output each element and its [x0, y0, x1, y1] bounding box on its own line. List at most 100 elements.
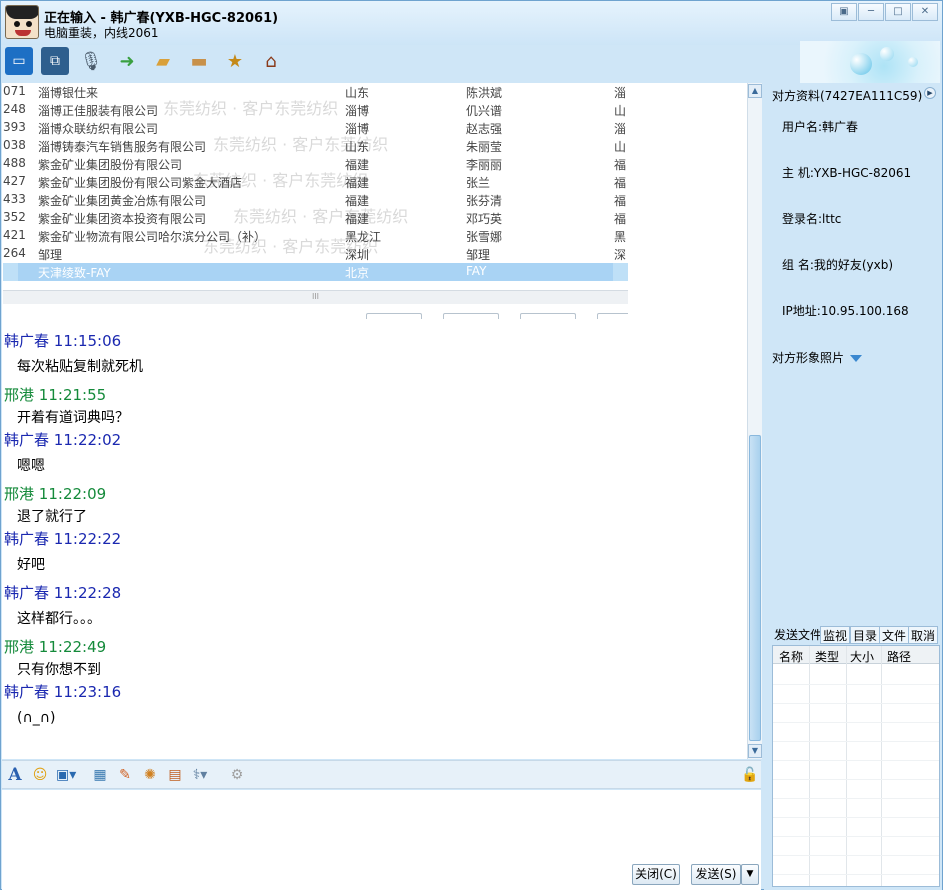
row-province: 北京	[345, 266, 370, 280]
close-window-button[interactable]: ✕	[912, 3, 938, 21]
send-button[interactable]: 发送(S)	[691, 864, 741, 885]
row-tail: 淄	[614, 122, 627, 136]
column-type[interactable]: 类型	[815, 648, 839, 665]
handwriting-icon[interactable]: ✎	[116, 766, 134, 784]
chat-history[interactable]: 东莞纺织 · 客户东莞纺织 东莞纺织 · 客户东莞纺织 东莞纺织 · 客户东莞纺…	[2, 83, 747, 759]
minimize-button[interactable]: ─	[858, 3, 884, 21]
maximize-button[interactable]: □	[885, 3, 911, 21]
photo-label: 对方形象照片	[772, 351, 845, 365]
tab-monitor[interactable]: 监视	[820, 626, 851, 644]
message-header: 韩广春 11:15:06	[4, 331, 744, 354]
file-panel-tabs: 发送文件 监视 目录 文件 取消	[772, 626, 940, 644]
profile-login: 登录名:lttc	[782, 212, 842, 226]
screenshot-table-row: 488 紫金矿业集团股份有限公司 福建 李丽丽 福	[3, 155, 628, 173]
message-header: 邢港 11:22:49	[4, 637, 744, 660]
file-list[interactable]: 名称 类型 大小 路径	[772, 645, 940, 887]
profile-group: 组 名:我的好友(yxb)	[782, 258, 894, 272]
row-province: 黑龙江	[345, 230, 382, 244]
row-contact: 张芬清	[466, 194, 503, 208]
column-name[interactable]: 名称	[779, 648, 803, 665]
lock-icon[interactable]: 🔓	[741, 766, 759, 784]
screenshot-button-row	[3, 304, 628, 319]
message-text: (∩_∩)	[17, 710, 56, 726]
screenshot-table-row: 071 淄博银仕来 山东 陈洪斌 淄	[3, 83, 628, 101]
column-path[interactable]: 路径	[887, 648, 911, 665]
row-contact: 赵志强	[466, 122, 503, 136]
row-id: 433	[3, 192, 26, 206]
row-tail: 福	[614, 176, 627, 190]
message-list: 韩广春 11:15:06 每次粘贴复制就死机 邢港 11:21:55 开着有道词典吗？…	[4, 331, 744, 736]
tab-file[interactable]: 文件	[879, 626, 910, 644]
emoji-icon[interactable]: ☺	[31, 766, 49, 784]
row-id: 488	[3, 156, 26, 170]
message-header: 韩广春 11:22:22	[4, 529, 744, 552]
photo-toggle[interactable]: 对方形象照片	[772, 349, 863, 366]
image-icon[interactable]: ▦	[91, 766, 109, 784]
message-time: 11:22:49	[38, 638, 107, 656]
chat-window: 正在输入 - 韩广春(YXB-HGC-82061) 电脑重装，内线2061 ▣ …	[0, 0, 943, 890]
chat-scrollbar[interactable]: ▲ ▼	[747, 83, 762, 759]
message-time: 11:22:28	[53, 584, 122, 602]
sender-name: 邢港	[4, 386, 35, 404]
misc-icon[interactable]: ⚙	[228, 766, 246, 784]
scroll-down-icon[interactable]: ▼	[748, 744, 762, 758]
row-id: 038	[3, 138, 26, 152]
screenshot-table-row: 393 淄博众联纺织有限公司 淄博 赵志强 淄	[3, 119, 628, 137]
font-icon[interactable]: A	[6, 766, 24, 784]
row-contact: 邹理	[466, 248, 491, 262]
row-contact: FAY	[466, 264, 487, 278]
row-province: 淄博	[345, 122, 370, 136]
microphone-icon[interactable]: 🎙	[77, 47, 105, 75]
row-company: 淄博众联纺织有限公司	[38, 122, 159, 136]
close-button[interactable]: 关闭(C)	[632, 864, 680, 885]
row-province: 福建	[345, 158, 370, 172]
cookie-icon[interactable]: ✺	[141, 766, 159, 784]
row-tail: 福	[614, 194, 627, 208]
message-text: 开着有道词典吗？	[17, 410, 129, 426]
message-header: 韩广春 11:22:02	[4, 430, 744, 453]
stethoscope-icon[interactable]: ⚕▾	[191, 766, 209, 784]
monitor-icon[interactable]: ▭	[5, 47, 33, 75]
row-province: 福建	[345, 194, 370, 208]
scroll-up-icon[interactable]: ▲	[748, 84, 762, 98]
row-province: 深圳	[345, 248, 370, 262]
message-time: 11:22:09	[38, 485, 107, 503]
menu-button[interactable]: ▣	[831, 3, 857, 21]
folder-open-icon[interactable]: ▬	[185, 47, 213, 75]
row-id: 071	[3, 84, 26, 98]
sender-name: 邢港	[4, 485, 35, 503]
row-contact: 李丽丽	[466, 158, 503, 172]
row-tail: 福	[614, 158, 627, 172]
send-options-button[interactable]: ▼	[741, 864, 759, 885]
scroll-thumb[interactable]	[749, 435, 761, 741]
send-file-icon[interactable]: ➜	[113, 47, 141, 75]
remote-assist-icon[interactable]: ⧉	[41, 47, 69, 75]
message-header: 韩广春 11:22:28	[4, 583, 744, 606]
row-province: 福建	[345, 212, 370, 226]
column-size[interactable]: 大小	[850, 648, 874, 665]
message-input[interactable]	[2, 790, 761, 861]
calendar-icon[interactable]: ▤	[166, 766, 184, 784]
sender-name: 邢港	[4, 638, 35, 656]
star-puzzle-icon[interactable]: ★	[221, 47, 249, 75]
row-company: 紫金矿业物流有限公司哈尔滨分公司（补）	[38, 230, 267, 244]
sender-name: 韩广春	[4, 431, 50, 449]
contact-avatar[interactable]	[5, 5, 39, 39]
message-text: 只有你想不到	[17, 662, 101, 678]
screenshot-table-row: 038 淄博铸泰汽车销售服务有限公司 山东 朱丽莹 山	[3, 137, 628, 155]
row-tail: 淄	[614, 86, 627, 100]
input-toolbar: A ☺ ▣▾ ▦ ✎ ✺ ▤ ⚕▾ ⚙ 🔓	[2, 760, 761, 789]
folder-share-icon[interactable]: ▰	[149, 47, 177, 75]
message-time: 11:22:02	[53, 431, 122, 449]
bottom-bar: 关闭(C) 发送(S) ▼	[2, 861, 761, 890]
expand-arrow-icon[interactable]: ▶	[924, 87, 936, 99]
row-company: 淄博银仕来	[38, 86, 99, 100]
screenshot-table-row: 352 紫金矿业集团资本投资有限公司 福建 邓巧英 福	[3, 209, 628, 227]
screen-capture-icon[interactable]: ▣▾	[56, 766, 76, 784]
tab-directory[interactable]: 目录	[850, 626, 881, 644]
message-text: 好吧	[17, 557, 45, 573]
home-icon[interactable]: ⌂	[257, 47, 285, 75]
row-tail: 黑	[614, 230, 627, 244]
tab-cancel[interactable]: 取消	[908, 626, 939, 644]
row-province: 淄博	[345, 104, 370, 118]
